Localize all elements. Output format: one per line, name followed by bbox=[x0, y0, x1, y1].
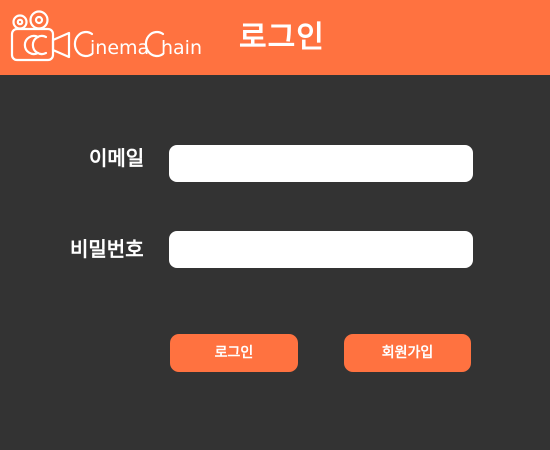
brand-wordmark: inema hain bbox=[73, 30, 202, 59]
password-label: 비밀번호 bbox=[70, 237, 144, 261]
signup-button[interactable]: 회원가입 bbox=[344, 334, 471, 372]
email-field[interactable] bbox=[169, 145, 473, 182]
cinemachain-logo[interactable]: inema hain bbox=[10, 9, 210, 64]
login-button[interactable]: 로그인 bbox=[170, 334, 298, 372]
page-title: 로그인 bbox=[239, 20, 325, 55]
email-label: 이메일 bbox=[89, 146, 145, 170]
film-camera-icon bbox=[10, 10, 71, 62]
app-header: inema hain 로그인 bbox=[0, 0, 550, 75]
password-field[interactable] bbox=[169, 231, 473, 268]
brand-text-1: inema bbox=[90, 37, 149, 59]
brand-text-2: hain bbox=[161, 37, 202, 59]
